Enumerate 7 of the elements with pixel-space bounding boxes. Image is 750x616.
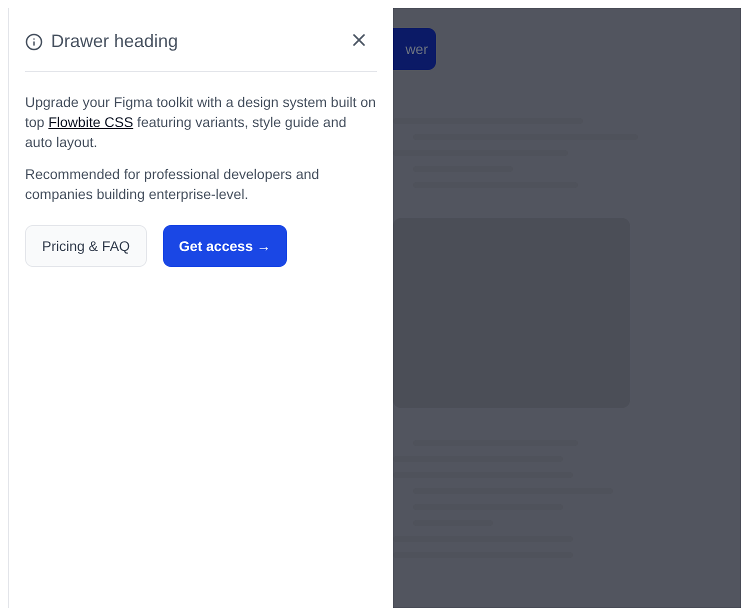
- recommendation-text: Recommended for professional developers and companies building enterprise-level.: [25, 165, 320, 204]
- flowbite-link[interactable]: Flowbite CSS: [48, 114, 134, 130]
- description-text: Upgrade your Figma toolkit with a design system built on top Flowbite CSS featuring variants, style guide and auto layout.: [25, 93, 377, 152]
- pricing-button[interactable]: Pricing & FAQ: [25, 225, 147, 267]
- get-access-button[interactable]: Get access →: [162, 225, 287, 267]
- drawer-heading: Drawer heading: [51, 30, 178, 53]
- info-icon: [25, 32, 43, 50]
